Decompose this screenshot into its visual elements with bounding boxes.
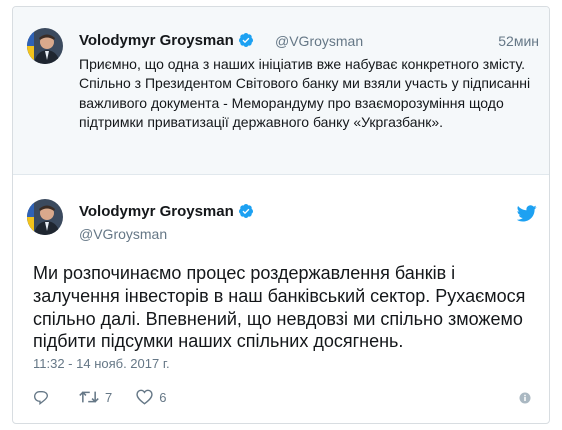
main-author-name[interactable]: Volodymyr Groysman	[79, 203, 254, 220]
avatar[interactable]	[27, 199, 63, 235]
tweet-actions: 7 6	[33, 387, 190, 407]
avatar[interactable]	[27, 28, 63, 64]
retweet-button[interactable]: 7	[79, 389, 112, 405]
reply-icon	[33, 391, 49, 405]
info-icon[interactable]	[519, 392, 531, 404]
verified-badge-icon	[238, 204, 253, 218]
main-author-handle[interactable]: @VGroysman	[79, 226, 167, 242]
like-count: 6	[159, 389, 167, 405]
retweet-count: 7	[105, 389, 113, 405]
reply-button[interactable]	[33, 389, 55, 405]
heart-icon	[136, 389, 153, 405]
quoted-tweet-text: Приємно, що одна з наших ініціатив вже н…	[79, 56, 531, 130]
quoted-author-name[interactable]: Volodymyr Groysman	[79, 32, 254, 49]
main-tweet-text: Ми розпочинаємо процес роздержавлення ба…	[33, 263, 526, 352]
quoted-author-handle[interactable]: @VGroysman	[275, 33, 363, 49]
like-button[interactable]: 6	[136, 389, 166, 405]
quoted-tweet[interactable]: Volodymyr Groysman @VGroysman 52мин Приє…	[13, 7, 549, 175]
twitter-bird-icon[interactable]	[517, 205, 537, 222]
tweet-card: Volodymyr Groysman @VGroysman 52мин Приє…	[12, 6, 550, 424]
author-name: Volodymyr Groysman	[79, 32, 234, 49]
tweet-timestamp[interactable]: 11:32 - 14 нояб. 2017 г.	[33, 356, 170, 371]
quoted-time[interactable]: 52мин	[498, 33, 539, 49]
author-name: Volodymyr Groysman	[79, 203, 234, 220]
retweet-icon	[79, 391, 99, 403]
verified-badge-icon	[238, 33, 253, 47]
